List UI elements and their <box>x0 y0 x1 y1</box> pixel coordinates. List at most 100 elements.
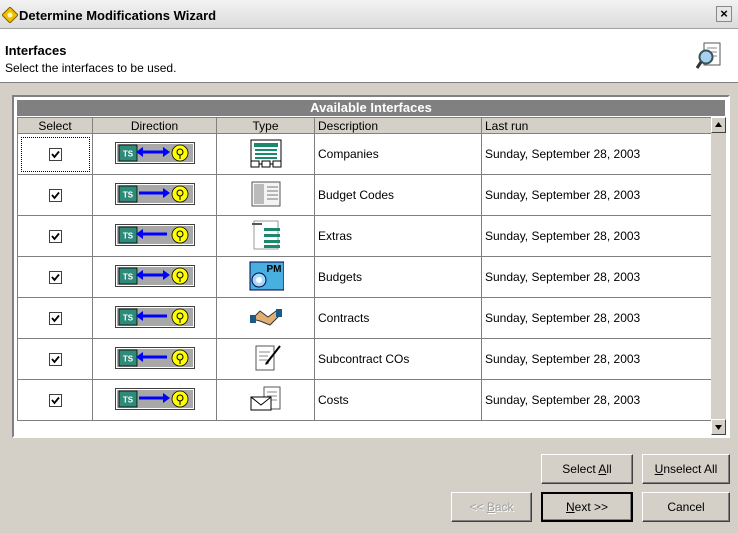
select-checkbox[interactable] <box>48 148 62 162</box>
select-checkbox[interactable] <box>48 312 62 326</box>
checkmark-icon <box>50 274 60 282</box>
back-button[interactable]: << Back <box>451 492 532 522</box>
select-checkbox[interactable] <box>48 353 62 367</box>
document-search-icon <box>696 42 721 69</box>
description-cell: Companies <box>314 133 482 175</box>
last-run-cell: Sunday, September 28, 2003 <box>481 338 715 380</box>
column-header-type[interactable]: Type <box>216 117 315 134</box>
unselect-all-label-post: nselect All <box>663 462 718 476</box>
type-cell <box>216 215 315 257</box>
next-label-post: ext >> <box>574 500 609 514</box>
table-row[interactable]: TS Subcontract COs Sunday, September 28, 2… <box>17 338 715 380</box>
type-cell <box>216 133 315 175</box>
last-run-cell: Sunday, September 28, 2003 <box>481 256 715 298</box>
table-row[interactable]: TS PM Budgets Sunday, September 28, 2003 <box>17 256 715 298</box>
table-row[interactable]: TS Contracts Sunday, September 28, 2003 <box>17 297 715 339</box>
select-cell[interactable] <box>17 174 93 216</box>
table-row[interactable]: TS Companies Sunday, September 28, 2003 <box>17 133 715 175</box>
direction-in-icon: TS <box>114 223 195 246</box>
page-title: Interfaces <box>5 43 67 58</box>
subcontract-cos-icon <box>255 344 281 370</box>
type-cell <box>216 174 315 216</box>
description-cell: Budget Codes <box>314 174 482 216</box>
direction-cell: TS <box>92 215 217 257</box>
select-cell[interactable] <box>17 297 93 339</box>
back-label-pre: << <box>469 500 487 514</box>
last-run-cell: Sunday, September 28, 2003 <box>481 297 715 339</box>
select-all-label-post: ll <box>606 462 612 476</box>
direction-cell: TS <box>92 297 217 339</box>
svg-text:TS: TS <box>122 354 133 363</box>
checkmark-icon <box>50 356 60 364</box>
type-cell <box>216 338 315 380</box>
description-cell: Costs <box>314 379 482 421</box>
svg-text:TS: TS <box>122 313 133 322</box>
select-cell[interactable] <box>17 338 93 380</box>
grid-caption: Available Interfaces <box>17 100 725 116</box>
column-header-last-run[interactable]: Last run <box>481 117 715 134</box>
page-subtitle: Select the interfaces to be used. <box>5 61 177 75</box>
back-label-key: B <box>486 500 495 514</box>
back-label-post: ack <box>494 500 514 514</box>
scroll-down-button[interactable] <box>711 419 726 435</box>
interfaces-table: Select Direction Type Description Last r… <box>17 117 715 421</box>
direction-in-icon: TS <box>114 305 195 328</box>
direction-cell: TS <box>92 338 217 380</box>
type-cell <box>216 379 315 421</box>
last-run-cell: Sunday, September 28, 2003 <box>481 174 715 216</box>
checkmark-icon <box>50 151 60 159</box>
direction-cell: TS <box>92 133 217 175</box>
checkmark-icon <box>50 397 60 405</box>
arrow-up-icon <box>715 122 722 127</box>
wizard-icon <box>2 7 18 23</box>
type-cell: PM <box>216 256 315 298</box>
direction-out-icon: TS <box>114 182 195 205</box>
column-header-direction[interactable]: Direction <box>92 117 217 134</box>
select-checkbox[interactable] <box>48 394 62 408</box>
select-checkbox[interactable] <box>48 271 62 285</box>
checkmark-icon <box>50 192 60 200</box>
direction-in-icon: TS <box>114 346 195 369</box>
cancel-label: Cancel <box>667 500 705 514</box>
unselect-all-button[interactable]: Unselect All <box>642 454 730 484</box>
arrow-down-icon <box>715 425 722 430</box>
description-cell: Subcontract COs <box>314 338 482 380</box>
last-run-cell: Sunday, September 28, 2003 <box>481 215 715 257</box>
direction-cell: TS <box>92 256 217 298</box>
next-button[interactable]: Next >> <box>541 492 633 522</box>
select-cell[interactable] <box>17 215 93 257</box>
select-cell[interactable] <box>17 379 93 421</box>
cancel-button[interactable]: Cancel <box>642 492 730 522</box>
extras-icon <box>251 220 280 249</box>
description-cell: Extras <box>314 215 482 257</box>
select-checkbox[interactable] <box>48 230 62 244</box>
svg-text:PM: PM <box>266 264 281 275</box>
budgets-icon: PM <box>249 261 284 290</box>
table-row[interactable]: TS Costs Sunday, September 28, 2003 <box>17 379 715 421</box>
select-cell[interactable] <box>17 133 93 175</box>
costs-icon <box>250 386 280 410</box>
select-checkbox[interactable] <box>48 189 62 203</box>
title-bar: Determine Modifications Wizard × <box>0 0 738 29</box>
table-row[interactable]: TS Extras Sunday, September 28, 2003 <box>17 215 715 257</box>
next-label-key: N <box>565 500 575 514</box>
column-header-description[interactable]: Description <box>314 117 482 134</box>
svg-text:TS: TS <box>122 272 133 281</box>
direction-cell: TS <box>92 174 217 216</box>
close-button[interactable]: × <box>716 6 732 22</box>
vertical-scrollbar[interactable] <box>711 117 726 435</box>
direction-out-icon: TS <box>114 387 195 410</box>
svg-text:TS: TS <box>122 231 133 240</box>
direction-both-icon: TS <box>114 141 195 164</box>
interfaces-grid: Available Interfaces Select Direction Ty… <box>12 95 730 438</box>
companies-icon <box>250 139 281 167</box>
scroll-up-button[interactable] <box>711 117 726 133</box>
contracts-icon <box>249 308 282 326</box>
wizard-header: Interfaces Select the interfaces to be u… <box>0 29 738 83</box>
table-row[interactable]: TS Budget Codes Sunday, September 28, 2003 <box>17 174 715 216</box>
type-cell <box>216 297 315 339</box>
select-cell[interactable] <box>17 256 93 298</box>
column-header-select[interactable]: Select <box>17 117 93 134</box>
description-cell: Contracts <box>314 297 482 339</box>
select-all-button[interactable]: Select All <box>541 454 633 484</box>
